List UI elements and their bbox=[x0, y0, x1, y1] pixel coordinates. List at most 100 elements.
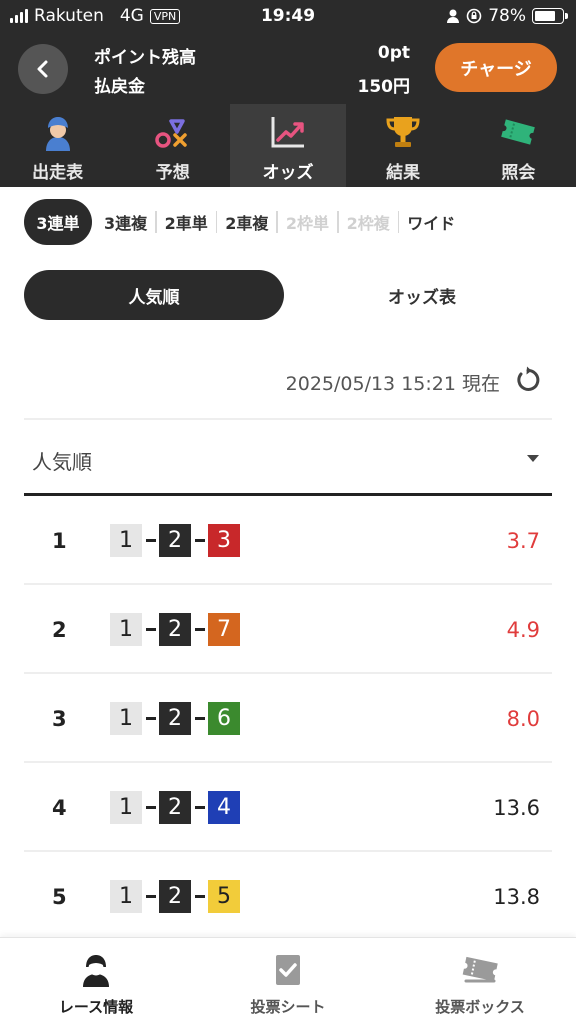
dash bbox=[142, 895, 159, 898]
car-number-box: 4 bbox=[208, 791, 240, 824]
orientation-lock-icon bbox=[466, 8, 482, 24]
check-sheet-icon bbox=[276, 955, 300, 985]
caret-down-icon bbox=[527, 455, 539, 462]
nav-tab-inquiry[interactable]: 照会 bbox=[461, 104, 576, 187]
row-divider bbox=[24, 850, 552, 852]
nav-tab-entries[interactable]: 出走表 bbox=[0, 104, 115, 187]
combination: 1 2 3 bbox=[110, 524, 240, 557]
nav-tab-label: 出走表 bbox=[32, 163, 84, 183]
odds-row[interactable]: 1 1 2 3 3.7 bbox=[24, 497, 552, 585]
car-number-box: 5 bbox=[208, 880, 240, 913]
dash bbox=[142, 717, 159, 720]
sort-label: 人気順 bbox=[32, 450, 92, 474]
status-bar: Rakuten 4G VPN 19:49 78% bbox=[0, 0, 576, 34]
car-number-box: 2 bbox=[159, 702, 191, 735]
combination: 1 2 6 bbox=[110, 702, 240, 735]
odds-row[interactable]: 3 1 2 6 8.0 bbox=[24, 675, 552, 763]
dash bbox=[191, 717, 208, 720]
combination: 1 2 4 bbox=[110, 791, 240, 824]
car-number-box: 1 bbox=[110, 791, 142, 824]
car-number-box: 2 bbox=[159, 880, 191, 913]
segment-popular[interactable]: 人気順 bbox=[24, 270, 284, 320]
car-number-box: 6 bbox=[208, 702, 240, 735]
row-divider bbox=[24, 761, 552, 763]
points-value: 0pt bbox=[377, 43, 410, 63]
bet-tab-exacta[interactable]: 2車単 bbox=[157, 210, 216, 234]
person-icon bbox=[447, 9, 460, 23]
points-label: ポイント残高 bbox=[94, 48, 196, 68]
prediction-icon bbox=[155, 119, 187, 148]
dash bbox=[191, 539, 208, 542]
combination: 1 2 5 bbox=[110, 880, 240, 913]
rank: 3 bbox=[52, 707, 67, 731]
charge-button[interactable]: チャージ bbox=[435, 43, 557, 92]
bottom-tab-betting-sheet[interactable]: 投票シート bbox=[192, 938, 384, 1024]
car-number-box: 2 bbox=[159, 613, 191, 646]
car-number-box: 2 bbox=[159, 524, 191, 557]
combination: 1 2 7 bbox=[110, 613, 240, 646]
car-number-box: 1 bbox=[110, 613, 142, 646]
bet-tab-trifecta[interactable]: 3連単 bbox=[24, 199, 92, 245]
rank: 4 bbox=[52, 796, 67, 820]
row-divider bbox=[24, 672, 552, 674]
dash bbox=[191, 628, 208, 631]
bet-type-tabs: 3連単 3連複 2車単 2車複 2枠単 2枠複 ワイド bbox=[24, 199, 463, 245]
bet-tab-wide[interactable]: ワイド bbox=[399, 210, 463, 234]
nav-tab-prediction[interactable]: 予想 bbox=[115, 104, 230, 187]
odds-value: 8.0 bbox=[506, 707, 540, 731]
rank: 5 bbox=[52, 885, 67, 909]
refund-label: 払戻金 bbox=[94, 77, 145, 97]
bottom-tab-label: 投票シート bbox=[250, 998, 326, 1016]
battery-icon bbox=[532, 8, 568, 24]
rank: 2 bbox=[52, 618, 67, 642]
bottom-tab-label: レース情報 bbox=[58, 998, 134, 1016]
car-number-box: 2 bbox=[159, 791, 191, 824]
odds-value: 13.8 bbox=[493, 885, 540, 909]
nav-tab-label: 照会 bbox=[501, 163, 536, 183]
row-divider bbox=[24, 583, 552, 585]
rider-icon bbox=[45, 117, 70, 151]
odds-value: 3.7 bbox=[506, 529, 540, 553]
chevron-left-icon bbox=[37, 60, 48, 78]
nav-tab-label: 予想 bbox=[155, 163, 190, 183]
dash bbox=[142, 539, 159, 542]
car-number-box: 1 bbox=[110, 702, 142, 735]
trophy-icon bbox=[386, 117, 420, 147]
ticket-box-icon bbox=[462, 956, 498, 983]
refresh-icon[interactable] bbox=[514, 366, 542, 394]
ticket-icon bbox=[501, 119, 536, 145]
main-nav: 出走表 予想 オッズ 結果 照会 bbox=[0, 104, 576, 187]
odds-value: 4.9 bbox=[506, 618, 540, 642]
nav-tab-label: オッズ bbox=[262, 163, 314, 183]
rider-icon bbox=[83, 955, 109, 987]
nav-tab-label: 結果 bbox=[386, 163, 421, 183]
divider bbox=[24, 418, 552, 420]
bet-tab-quinella[interactable]: 2車複 bbox=[217, 210, 276, 234]
bottom-tab-label: 投票ボックス bbox=[435, 998, 525, 1016]
car-number-box: 1 bbox=[110, 524, 142, 557]
nav-tab-odds[interactable]: オッズ bbox=[230, 104, 346, 187]
battery-percent: 78% bbox=[488, 6, 526, 26]
car-number-box: 1 bbox=[110, 880, 142, 913]
car-number-box: 3 bbox=[208, 524, 240, 557]
dash bbox=[142, 806, 159, 809]
dash bbox=[191, 806, 208, 809]
bet-tab-trio[interactable]: 3連複 bbox=[96, 210, 155, 234]
app-screen: Rakuten 4G VPN 19:49 78% ポイント残高 払戻金 0pt … bbox=[0, 0, 576, 1024]
dash bbox=[142, 628, 159, 631]
bottom-tab-race-info[interactable]: レース情報 bbox=[0, 938, 192, 1024]
update-timestamp: 2025/05/13 15:21 現在 bbox=[285, 373, 500, 395]
odds-row[interactable]: 5 1 2 5 13.8 bbox=[24, 853, 552, 941]
bottom-tab-betting-box[interactable]: 投票ボックス bbox=[384, 938, 576, 1024]
segment-odds-table[interactable]: オッズ表 bbox=[292, 270, 552, 320]
odds-row[interactable]: 4 1 2 4 13.6 bbox=[24, 764, 552, 852]
nav-tab-results[interactable]: 結果 bbox=[346, 104, 461, 187]
sort-underline bbox=[24, 493, 552, 496]
dash bbox=[191, 895, 208, 898]
back-button[interactable] bbox=[18, 44, 68, 94]
car-number-box: 7 bbox=[208, 613, 240, 646]
odds-chart-icon bbox=[271, 117, 304, 148]
bet-tab-bracket-exacta: 2枠単 bbox=[285, 214, 330, 233]
bet-tab-bracket-quinella: 2枠複 bbox=[346, 214, 390, 233]
odds-row[interactable]: 2 1 2 7 4.9 bbox=[24, 586, 552, 674]
